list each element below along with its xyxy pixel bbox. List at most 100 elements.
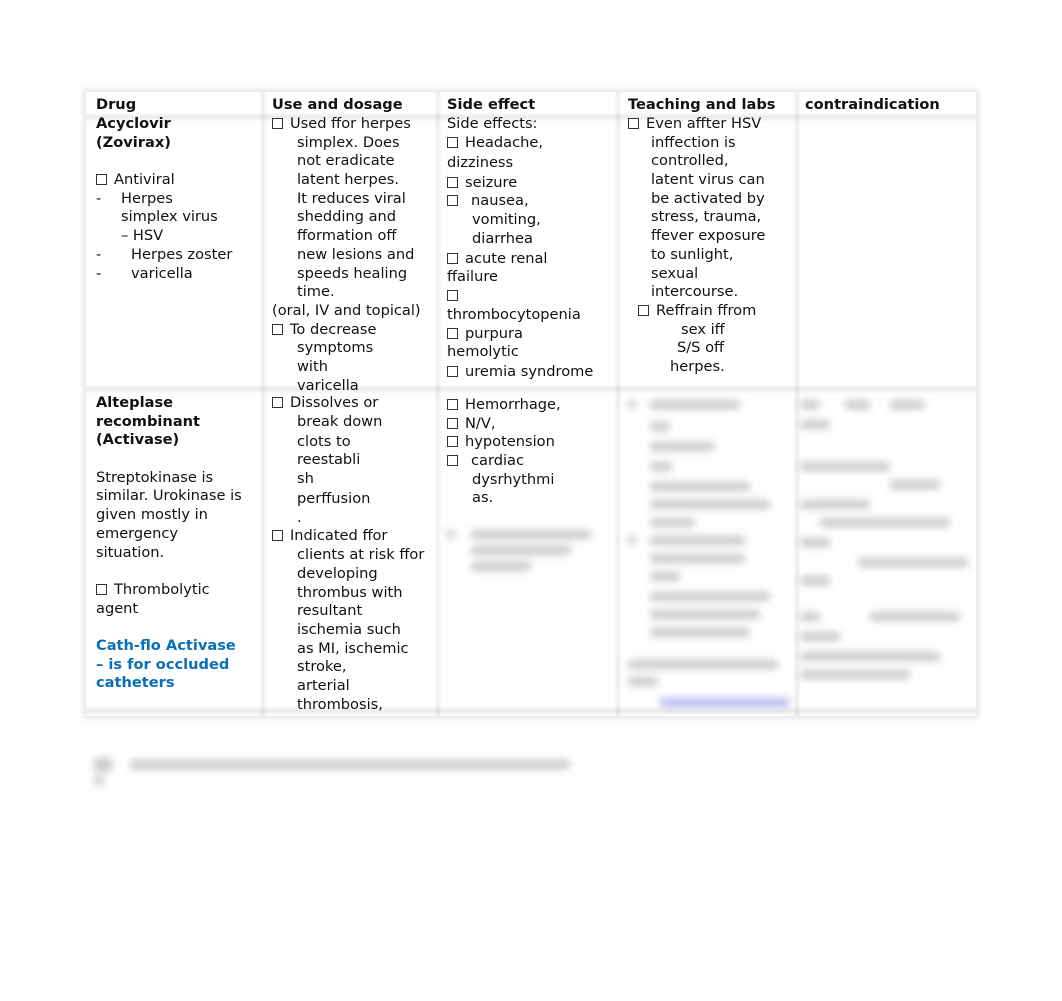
item-text: arterial bbox=[297, 676, 350, 694]
item-text: diarrhea bbox=[472, 229, 533, 247]
item-text: nausea, bbox=[471, 192, 529, 210]
cath-flo-note: – is for occluded bbox=[96, 655, 230, 673]
item-text: To decrease bbox=[290, 320, 377, 338]
use-item-text: varicella bbox=[131, 264, 193, 282]
item-text: clients at risk ffor bbox=[297, 546, 425, 564]
checkbox-bullet-icon bbox=[447, 136, 458, 148]
drug-note: situation. bbox=[96, 543, 165, 561]
side-effect-item: purpura bbox=[447, 325, 617, 344]
side-effect-item: N/V, bbox=[447, 415, 617, 434]
item-text: cardiac bbox=[471, 452, 524, 470]
item-text: stress, trauma, bbox=[651, 208, 762, 226]
item-text: hypotension bbox=[465, 433, 555, 451]
table-bottom-border bbox=[86, 706, 976, 716]
use-bullet-item: Dissolves or bbox=[272, 394, 442, 413]
dash-bullet: - bbox=[96, 189, 102, 207]
checkbox-bullet-icon bbox=[447, 436, 458, 448]
checkbox-bullet-icon bbox=[447, 399, 458, 410]
use-bullet-item: Used ffor herpes bbox=[272, 115, 442, 134]
drug-name: recombinant bbox=[96, 412, 201, 430]
item-text: thrombus with bbox=[297, 583, 403, 601]
item-text: to sunlight, bbox=[651, 245, 734, 263]
item-text: not eradicate bbox=[297, 152, 395, 170]
side-effect-item: cardiac bbox=[447, 452, 617, 471]
drug-class-label: Thrombolytic bbox=[114, 580, 210, 598]
use-bullet-item: To decrease bbox=[272, 321, 442, 340]
header-use-dosage: Use and dosage bbox=[272, 96, 403, 113]
drug-name: Alteplase bbox=[96, 394, 174, 411]
item-text: acute renal bbox=[465, 249, 548, 267]
item-text: new lesions and bbox=[297, 245, 415, 263]
header-side-effect: Side effect bbox=[447, 96, 536, 113]
drug-class: Thrombolytic bbox=[96, 581, 264, 600]
side-effect-item: seizure bbox=[447, 174, 617, 193]
header-contraindication: contraindication bbox=[805, 96, 940, 113]
use-item-text: Herpes zoster bbox=[131, 245, 233, 263]
item-text: thrombocytopenia bbox=[447, 305, 581, 323]
checkbox-bullet-icon bbox=[96, 174, 107, 186]
item-text: seizure bbox=[465, 173, 518, 191]
item-text: Even affter HSV bbox=[646, 115, 762, 132]
checkbox-bullet-icon bbox=[447, 290, 458, 302]
dash-bullet: - bbox=[96, 264, 102, 282]
cath-flo-note: catheters bbox=[96, 674, 175, 692]
checkbox-bullet-icon bbox=[447, 417, 458, 429]
row2-drug-cell: Alteplase recombinant (Activase) Strepto… bbox=[96, 394, 264, 693]
item-text: stroke, bbox=[297, 658, 347, 676]
item-text: shedding and bbox=[297, 208, 397, 226]
side-effect-item: acute renal bbox=[447, 250, 617, 269]
item-text: controlled, bbox=[651, 152, 729, 170]
teaching-item: Reffrain ffrom bbox=[628, 302, 798, 321]
drug-note: emergency bbox=[96, 524, 179, 542]
obscured-footer-text bbox=[90, 752, 590, 792]
item-text: perffusion bbox=[297, 490, 371, 508]
side-effect-item: Hemorrhage, bbox=[447, 396, 617, 415]
side-effect-item: nausea, bbox=[447, 192, 617, 211]
checkbox-bullet-icon bbox=[272, 397, 283, 408]
drug-class-label: agent bbox=[96, 599, 139, 617]
item-text: herpes. bbox=[670, 357, 725, 375]
row2-use-dosage-cell: Dissolves or break down clots to reestab… bbox=[272, 394, 442, 714]
use-item-text: – HSV bbox=[121, 227, 164, 245]
item-text: ffever exposure bbox=[651, 227, 766, 245]
checkbox-bullet-icon bbox=[447, 195, 458, 207]
obscured-side-effect-content bbox=[447, 520, 607, 590]
item-text: dizziness bbox=[447, 153, 514, 171]
header-drug: Drug bbox=[96, 96, 137, 113]
row2-side-effect-cell: Hemorrhage, N/V, hypotension cardiac dys… bbox=[447, 396, 617, 508]
row1-use-dosage-cell: Used ffor herpes simplex. Does not eradi… bbox=[272, 115, 442, 395]
item-text: sexual bbox=[651, 264, 699, 282]
item-text: vomiting, bbox=[472, 211, 541, 229]
drug-brand-name: (Activase) bbox=[96, 431, 180, 449]
dash-bullet: - bbox=[96, 245, 102, 263]
drug-brand-name: (Zovirax) bbox=[96, 133, 171, 151]
row1-teaching-cell: Even affter HSV inffection is controlled… bbox=[628, 115, 798, 377]
item-text: time. bbox=[297, 283, 335, 301]
checkbox-bullet-icon bbox=[272, 118, 283, 129]
item-text: Indicated ffor bbox=[290, 527, 388, 545]
item-text: N/V, bbox=[465, 414, 496, 432]
drug-note: given mostly in bbox=[96, 506, 208, 524]
item-text: latent herpes. bbox=[297, 171, 400, 189]
item-text: simplex. Does bbox=[297, 133, 400, 151]
item-text: Reffrain ffrom bbox=[656, 301, 757, 319]
route-note: (oral, IV and topical) bbox=[272, 301, 421, 319]
item-text: symptoms bbox=[297, 339, 374, 357]
item-text: ffailure bbox=[447, 268, 499, 286]
drug-name: Acyclovir bbox=[96, 115, 171, 132]
item-text: reestabli bbox=[297, 451, 361, 469]
item-text: developing bbox=[297, 564, 378, 582]
item-text: as. bbox=[472, 489, 494, 507]
checkbox-bullet-icon bbox=[447, 327, 458, 339]
use-bullet-item: Indicated ffor bbox=[272, 527, 442, 546]
item-text: uremia syndrome bbox=[465, 363, 594, 381]
row1-side-effect-cell: Side effects: Headache, dizziness seizur… bbox=[447, 115, 617, 382]
side-effect-item: Headache, bbox=[447, 134, 617, 154]
item-text: sex iff bbox=[681, 320, 725, 338]
drug-note: Streptokinase is bbox=[96, 468, 214, 486]
use-item-text: Herpes bbox=[121, 189, 173, 207]
use-item: - Herpes zoster bbox=[96, 246, 261, 265]
drug-class-label: Antiviral bbox=[114, 171, 175, 189]
checkbox-bullet-icon bbox=[447, 176, 458, 188]
item-text: inffection is bbox=[651, 133, 736, 151]
